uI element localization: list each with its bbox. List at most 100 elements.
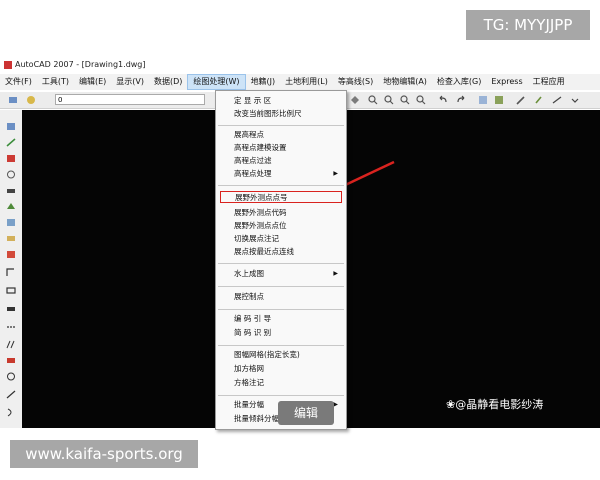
menu-item-label: 加方格网	[234, 364, 264, 373]
dash-tool-icon[interactable]	[6, 322, 16, 331]
symbol-tool-icon[interactable]	[6, 170, 16, 179]
watermark-bottom: www.kaifa-sports.org	[10, 440, 198, 468]
menu-item-label: 展高程点	[234, 130, 264, 139]
menu-cadastre[interactable]: 地籍(J)	[246, 74, 281, 90]
menu-item-define-display-area[interactable]: 定 显 示 区	[220, 95, 342, 107]
menu-separator	[218, 185, 344, 186]
menu-item-label: 高程点处理	[234, 169, 272, 178]
menu-item-label: 定 显 示 区	[234, 96, 272, 105]
tree-tool-icon[interactable]	[6, 202, 16, 211]
menu-separator	[218, 286, 344, 287]
curve-tool-icon[interactable]	[6, 408, 16, 417]
menu-separator	[218, 345, 344, 346]
author-credit: ❀@晶静看电影纱涛	[446, 398, 544, 411]
menu-separator	[218, 125, 344, 126]
menu-view[interactable]: 显示(V)	[111, 74, 149, 90]
menu-item-label: 方格注记	[234, 378, 264, 387]
block-tool-icon[interactable]	[6, 304, 16, 313]
window-title: AutoCAD 2007 - [Drawing1.dwg]	[15, 60, 146, 69]
menu-item-show-control-points[interactable]: 展控制点	[220, 291, 342, 303]
grid-icon[interactable]	[494, 95, 504, 105]
edit-tooltip: 编辑	[278, 401, 334, 425]
measure-dropdown-icon[interactable]	[570, 95, 580, 105]
menu-item-label: 简 码 识 别	[234, 328, 272, 337]
menu-item-toggle-point-labels[interactable]: 切换展点注记	[220, 233, 342, 245]
rectangle-tool-icon[interactable]	[6, 286, 16, 295]
menu-item-label: 编 码 引 导	[234, 314, 272, 323]
menu-engineering[interactable]: 工程应用	[528, 74, 570, 90]
layers-icon[interactable]	[8, 95, 18, 105]
boundary-tool-icon[interactable]	[6, 218, 16, 227]
menu-item-label: 水上成图	[234, 269, 264, 278]
menu-item-connect-nearest-points[interactable]: 展点按最近点连线	[220, 246, 342, 258]
menu-item-sheet-grid[interactable]: 图幅网格(指定长宽)	[220, 349, 342, 361]
elevation-tool-icon[interactable]	[6, 356, 16, 365]
menu-item-show-field-point-codes[interactable]: 展野外测点代码	[220, 207, 342, 219]
feature-tool-icon[interactable]	[6, 154, 16, 163]
left-tool-palette	[0, 110, 23, 428]
menu-item-label: 展野外测点代码	[234, 208, 287, 217]
menu-item-label: 图幅网格(指定长宽)	[234, 350, 300, 359]
menu-item-water-mapping[interactable]: 水上成图 ▶	[220, 268, 342, 280]
diagonal-line-tool-icon[interactable]	[6, 390, 16, 399]
menu-item-elevation-model-settings[interactable]: 高程点建模设置	[220, 142, 342, 154]
circle-tool-icon[interactable]	[6, 372, 16, 381]
menu-item-change-scale[interactable]: 改变当前图形比例尺	[220, 108, 342, 120]
line-tool-icon[interactable]	[6, 138, 16, 147]
submenu-arrow-icon: ▶	[333, 170, 338, 177]
menu-tools[interactable]: 工具(T)	[37, 74, 74, 90]
zoom-out-icon[interactable]	[400, 95, 410, 105]
submenu-arrow-icon: ▶	[333, 270, 338, 277]
layer-state-icon[interactable]	[26, 95, 36, 105]
menu-item-short-code-recognition[interactable]: 简 码 识 别	[220, 327, 342, 339]
vehicle-tool-icon[interactable]	[6, 186, 16, 195]
menu-item-add-grid[interactable]: 加方格网	[220, 363, 342, 375]
menu-item-show-elevation-points[interactable]: 展高程点	[220, 129, 342, 141]
menu-item-elevation-filter[interactable]: 高程点过滤	[220, 155, 342, 167]
menu-feature-edit[interactable]: 地物编辑(A)	[378, 74, 432, 90]
zoom-previous-icon[interactable]	[416, 95, 426, 105]
menu-item-label: 展野外测点点号	[235, 193, 288, 202]
menu-item-show-field-point-numbers[interactable]: 展野外测点点号	[220, 191, 342, 203]
menu-edit[interactable]: 编辑(E)	[74, 74, 111, 90]
menu-drawing-process[interactable]: 绘图处理(W)	[187, 74, 246, 90]
point-tool-icon[interactable]	[6, 122, 16, 131]
brush-icon[interactable]	[534, 95, 544, 105]
menu-item-label: 展点按最近点连线	[234, 247, 294, 256]
annotation-tool-icon[interactable]	[6, 250, 16, 259]
zoom-in-icon[interactable]	[384, 95, 394, 105]
menu-item-label: 改变当前图形比例尺	[234, 109, 302, 118]
menu-item-grid-annotation[interactable]: 方格注记	[220, 377, 342, 389]
menu-item-label: 批量倾斜分幅	[234, 414, 279, 423]
menu-contour[interactable]: 等高线(S)	[333, 74, 378, 90]
menu-item-code-guide[interactable]: 编 码 引 导	[220, 313, 342, 325]
menu-item-label: 展野外测点点位	[234, 221, 287, 230]
redo-icon[interactable]	[456, 95, 466, 105]
undo-icon[interactable]	[438, 95, 448, 105]
properties-icon[interactable]	[478, 95, 488, 105]
menu-item-show-field-point-positions[interactable]: 展野外测点点位	[220, 220, 342, 232]
submenu-arrow-icon: ▶	[333, 401, 338, 408]
menu-file[interactable]: 文件(F)	[0, 74, 37, 90]
hatch-tool-icon[interactable]	[6, 340, 16, 349]
drawing-process-menu: 定 显 示 区 改变当前图形比例尺 展高程点 高程点建模设置 高程点过滤 高程点…	[215, 90, 347, 430]
water-tool-icon[interactable]	[6, 234, 16, 243]
menu-item-label: 切换展点注记	[234, 234, 279, 243]
menu-land-use[interactable]: 土地利用(L)	[280, 74, 333, 90]
layer-select[interactable]: 0	[55, 94, 205, 105]
pencil-icon[interactable]	[516, 95, 526, 105]
measure-icon[interactable]	[552, 95, 562, 105]
layer-value: 0	[58, 96, 63, 104]
menu-item-label: 批量分幅	[234, 400, 264, 409]
menu-item-label: 展控制点	[234, 292, 264, 301]
menu-separator	[218, 395, 344, 396]
pan-icon[interactable]	[350, 95, 360, 105]
autocad-app-icon	[4, 60, 12, 69]
menu-item-elevation-processing[interactable]: 高程点处理 ▶	[220, 168, 342, 180]
zoom-window-icon[interactable]	[368, 95, 378, 105]
menu-item-label: 高程点建模设置	[234, 143, 287, 152]
menu-check-import[interactable]: 检查入库(G)	[432, 74, 486, 90]
menu-express[interactable]: Express	[486, 74, 527, 90]
polygon-tool-icon[interactable]	[6, 268, 16, 277]
menu-data[interactable]: 数据(D)	[149, 74, 187, 90]
